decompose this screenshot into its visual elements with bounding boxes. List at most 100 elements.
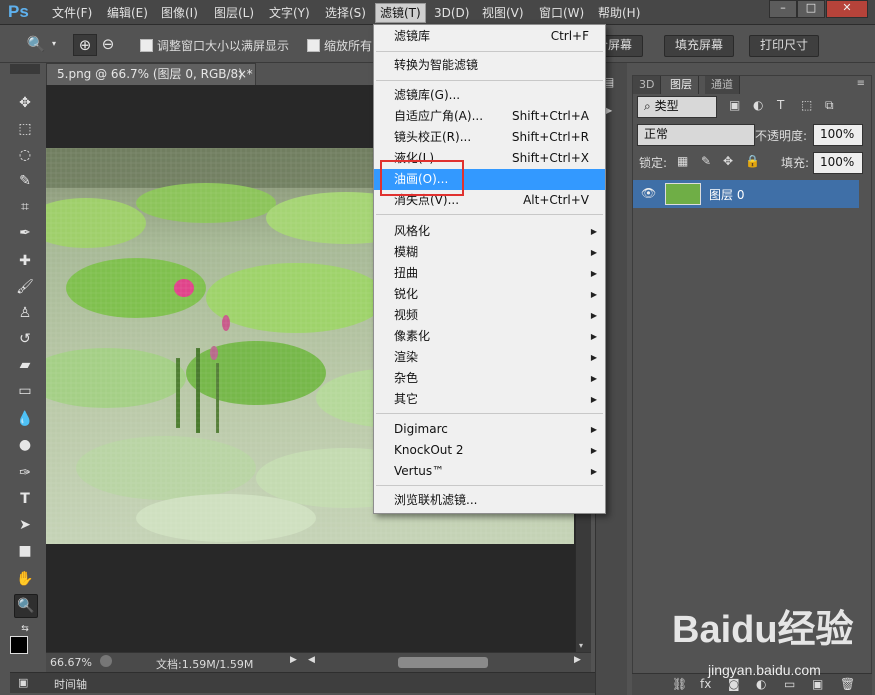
tab-3d[interactable]: 3D (633, 76, 662, 94)
menu-item-other[interactable]: 其它 ▶ (374, 389, 605, 410)
menu-item-pixelate[interactable]: 像素化 ▶ (374, 326, 605, 347)
print-size-button[interactable]: 打印尺寸 (749, 35, 820, 57)
healing-brush-tool-icon[interactable]: ✚ (14, 250, 36, 272)
hand-tool-icon[interactable]: ✋ (14, 568, 36, 590)
link-layers-icon[interactable]: ⛓ (672, 677, 687, 691)
lock-pixels-icon[interactable]: ✎ (701, 154, 711, 168)
menu-item-convert-smart-filter[interactable]: 转换为智能滤镜 (374, 55, 605, 76)
new-layer-icon[interactable]: ▣ (812, 677, 823, 691)
scroll-right-icon[interactable]: ▶ (574, 655, 581, 665)
tool-preset-chevron-down-icon[interactable]: ▾ (48, 34, 60, 54)
document-tab[interactable]: 5.png @ 66.7% (图层 0, RGB/8) * × (46, 63, 256, 85)
menu-item-distort[interactable]: 扭曲 ▶ (374, 263, 605, 284)
menu-filter[interactable]: 滤镜(T) (375, 3, 426, 23)
panel-menu-icon[interactable]: ≡ (857, 78, 865, 89)
lock-all-icon[interactable]: 🔒 (745, 154, 760, 168)
filter-kind-select[interactable]: ⌕ 类型 (637, 96, 717, 118)
menu-item-digimarc[interactable]: Digimarc ▶ (374, 419, 605, 440)
zoom-level[interactable]: 66.67% (50, 656, 92, 669)
menu-item-filter-gallery-last[interactable]: 滤镜库 Ctrl+F (374, 26, 605, 47)
menu-layer[interactable]: 图层(L) (210, 4, 258, 22)
menu-item-noise[interactable]: 杂色 ▶ (374, 368, 605, 389)
dodge-tool-icon[interactable]: ● (14, 434, 36, 456)
filter-smart-object-icon[interactable]: ⧉ (825, 98, 834, 113)
scroll-down-icon[interactable]: ▾ (579, 641, 583, 650)
scroll-left-icon[interactable]: ◀ (308, 655, 315, 665)
crop-tool-icon[interactable]: ⌗ (14, 196, 36, 218)
move-tool-icon[interactable]: ✥ (14, 92, 36, 114)
fill-screen-button[interactable]: 填充屏幕 (664, 35, 735, 57)
menu-item-sharpen[interactable]: 锐化 ▶ (374, 284, 605, 305)
type-tool-icon[interactable]: T (14, 488, 36, 510)
layer-name[interactable]: 图层 0 (709, 186, 744, 203)
brush-tool-icon[interactable]: 🖌 (14, 276, 36, 298)
menu-window[interactable]: 窗口(W) (535, 4, 588, 22)
minimize-icon[interactable]: – (769, 0, 797, 18)
maximize-icon[interactable]: □ (797, 0, 825, 18)
menu-item-browse-online-filters[interactable]: 浏览联机滤镜... (374, 490, 605, 511)
shape-tool-icon[interactable]: ■ (14, 540, 36, 562)
eye-visibility-icon[interactable]: 👁 (641, 186, 656, 200)
foreground-color-swatch[interactable] (10, 636, 28, 654)
menu-view[interactable]: 视图(V) (478, 4, 528, 22)
filter-pixel-icon[interactable]: ▣ (729, 98, 740, 112)
eraser-tool-icon[interactable]: ▰ (14, 354, 36, 376)
delete-layer-icon[interactable]: 🗑 (840, 677, 855, 691)
opacity-input[interactable]: 100% (813, 124, 863, 146)
horizontal-scroll-thumb[interactable] (398, 657, 488, 668)
quick-select-tool-icon[interactable]: ✎ (14, 170, 36, 192)
zoom-all-checkbox[interactable] (307, 39, 320, 52)
adjustment-layer-icon[interactable]: ◐ (756, 677, 766, 691)
filter-adjustment-icon[interactable]: ◐ (753, 98, 763, 112)
menu-item-knockout[interactable]: KnockOut 2 ▶ (374, 440, 605, 461)
menu-item-lens-correction[interactable]: 镜头校正(R)... Shift+Ctrl+R (374, 127, 605, 148)
status-menu-arrow-icon[interactable]: ▶ (290, 655, 297, 665)
menu-edit[interactable]: 编辑(E) (103, 4, 152, 22)
menu-item-filter-gallery[interactable]: 滤镜库(G)... (374, 85, 605, 106)
menu-item-adaptive-wide-angle[interactable]: 自适应广角(A)... Shift+Ctrl+A (374, 106, 605, 127)
filter-type-icon[interactable]: T (777, 98, 784, 112)
eyedropper-tool-icon[interactable]: ✒ (14, 222, 36, 244)
menu-3d[interactable]: 3D(D) (430, 4, 473, 22)
zoom-tool-selected-icon[interactable]: 🔍 (14, 594, 38, 618)
lasso-tool-icon[interactable]: ◌ (14, 144, 36, 166)
resize-windows-checkbox[interactable] (140, 39, 153, 52)
pen-tool-icon[interactable]: ✑ (14, 462, 36, 484)
layer-row[interactable]: 👁 图层 0 (633, 180, 859, 208)
baidu-watermark-logo: Baidu经验 (672, 609, 854, 651)
timeline-icon[interactable]: ▣ (18, 676, 28, 689)
menu-item-video[interactable]: 视频 ▶ (374, 305, 605, 326)
filter-shape-icon[interactable]: ⬚ (801, 98, 812, 112)
blur-tool-icon[interactable]: 💧 (14, 408, 36, 430)
path-select-tool-icon[interactable]: ➤ (14, 514, 36, 536)
timeline-label[interactable]: 时间轴 (54, 676, 87, 692)
close-icon[interactable]: ✕ (826, 0, 868, 18)
zoom-tool-icon[interactable]: 🔍 (26, 34, 46, 54)
zoom-in-icon[interactable]: ⊕ (73, 34, 97, 56)
status-share-icon[interactable] (100, 655, 112, 667)
tab-layers[interactable]: 图层 (664, 76, 699, 94)
gradient-tool-icon[interactable]: ▭ (14, 380, 36, 402)
zoom-out-icon[interactable]: ⊖ (97, 34, 119, 54)
lock-position-icon[interactable]: ✥ (723, 154, 733, 168)
lock-transparent-icon[interactable]: ▦ (677, 154, 688, 168)
clone-stamp-tool-icon[interactable]: ♙ (14, 302, 36, 324)
menu-help[interactable]: 帮助(H) (594, 4, 644, 22)
menu-item-vertus[interactable]: Vertus™ ▶ (374, 461, 605, 482)
fill-input[interactable]: 100% (813, 152, 863, 174)
tab-channels[interactable]: 通道 (705, 76, 740, 94)
menu-item-stylize[interactable]: 风格化 ▶ (374, 221, 605, 242)
menu-select[interactable]: 选择(S) (321, 4, 370, 22)
menu-item-render[interactable]: 渲染 ▶ (374, 347, 605, 368)
menu-file[interactable]: 文件(F) (48, 4, 96, 22)
menu-item-blur[interactable]: 模糊 ▶ (374, 242, 605, 263)
blend-mode-select[interactable]: 正常 (637, 124, 755, 146)
new-group-icon[interactable]: ▭ (784, 677, 795, 691)
menu-image[interactable]: 图像(I) (157, 4, 202, 22)
history-brush-tool-icon[interactable]: ↺ (14, 328, 36, 350)
menu-type[interactable]: 文字(Y) (265, 4, 314, 22)
marquee-tool-icon[interactable]: ⬚ (14, 118, 36, 140)
add-mask-icon[interactable]: ◙ (728, 677, 740, 691)
close-tab-icon[interactable]: × (237, 64, 247, 84)
fx-icon[interactable]: fx (700, 677, 711, 691)
